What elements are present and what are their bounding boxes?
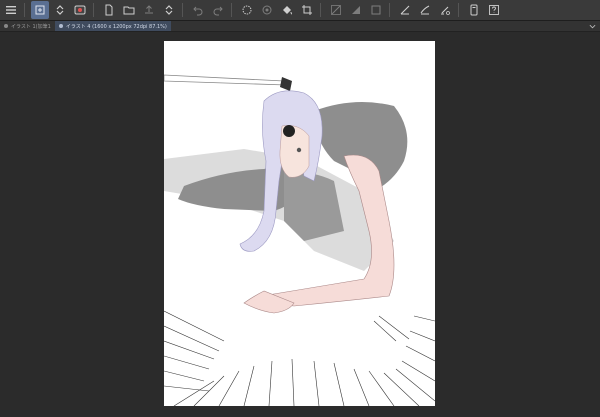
artwork-illustration [164, 74, 435, 406]
toolbar-separator [231, 3, 232, 17]
tab-status-icon [4, 24, 8, 28]
open-folder-icon[interactable] [120, 1, 138, 19]
new-file-icon[interactable] [100, 1, 118, 19]
help-icon[interactable] [485, 1, 503, 19]
toolbar-separator [24, 3, 25, 17]
main-toolbar [0, 0, 600, 21]
tab-status-icon [58, 24, 63, 28]
menu-icon[interactable] [2, 1, 20, 19]
pen-stabilizer-icon[interactable] [416, 1, 434, 19]
undo-icon[interactable] [189, 1, 207, 19]
tone-icon[interactable] [347, 1, 365, 19]
fill-icon[interactable] [278, 1, 296, 19]
toolbar-separator [389, 3, 390, 17]
clip-studio-icon[interactable] [71, 1, 89, 19]
tab-document-1[interactable]: イラスト 1(加筆1 [0, 21, 55, 31]
device-icon[interactable] [465, 1, 483, 19]
tab-list-chevron-icon[interactable] [588, 21, 596, 31]
toolbar-separator [93, 3, 94, 17]
document-tabbar: イラスト 1(加筆1 イラスト 4 (1600 x 1200px 72dpi 8… [0, 21, 600, 32]
tab-label: イラスト 4 (1600 x 1200px 72dpi 87.1%) [65, 23, 167, 30]
new-document-icon[interactable] [31, 1, 49, 19]
drawing-canvas[interactable] [164, 41, 435, 406]
crop-icon[interactable] [298, 1, 316, 19]
redo-icon[interactable] [209, 1, 227, 19]
pen-pressure-icon[interactable] [396, 1, 414, 19]
pen-settings-icon[interactable] [436, 1, 454, 19]
export-icon[interactable] [140, 1, 158, 19]
tab-label: イラスト 1(加筆1 [11, 23, 51, 30]
chevron-updown-icon[interactable] [160, 1, 178, 19]
toolbar-separator [320, 3, 321, 17]
lasso-icon[interactable] [238, 1, 256, 19]
chevron-updown-icon[interactable] [51, 1, 69, 19]
tab-document-4[interactable]: イラスト 4 (1600 x 1200px 72dpi 87.1%) [54, 21, 171, 31]
select-all-icon[interactable] [258, 1, 276, 19]
gradient-icon[interactable] [327, 1, 345, 19]
toolbar-separator [182, 3, 183, 17]
frame-icon[interactable] [367, 1, 385, 19]
toolbar-separator [458, 3, 459, 17]
canvas-workspace[interactable] [0, 32, 600, 417]
